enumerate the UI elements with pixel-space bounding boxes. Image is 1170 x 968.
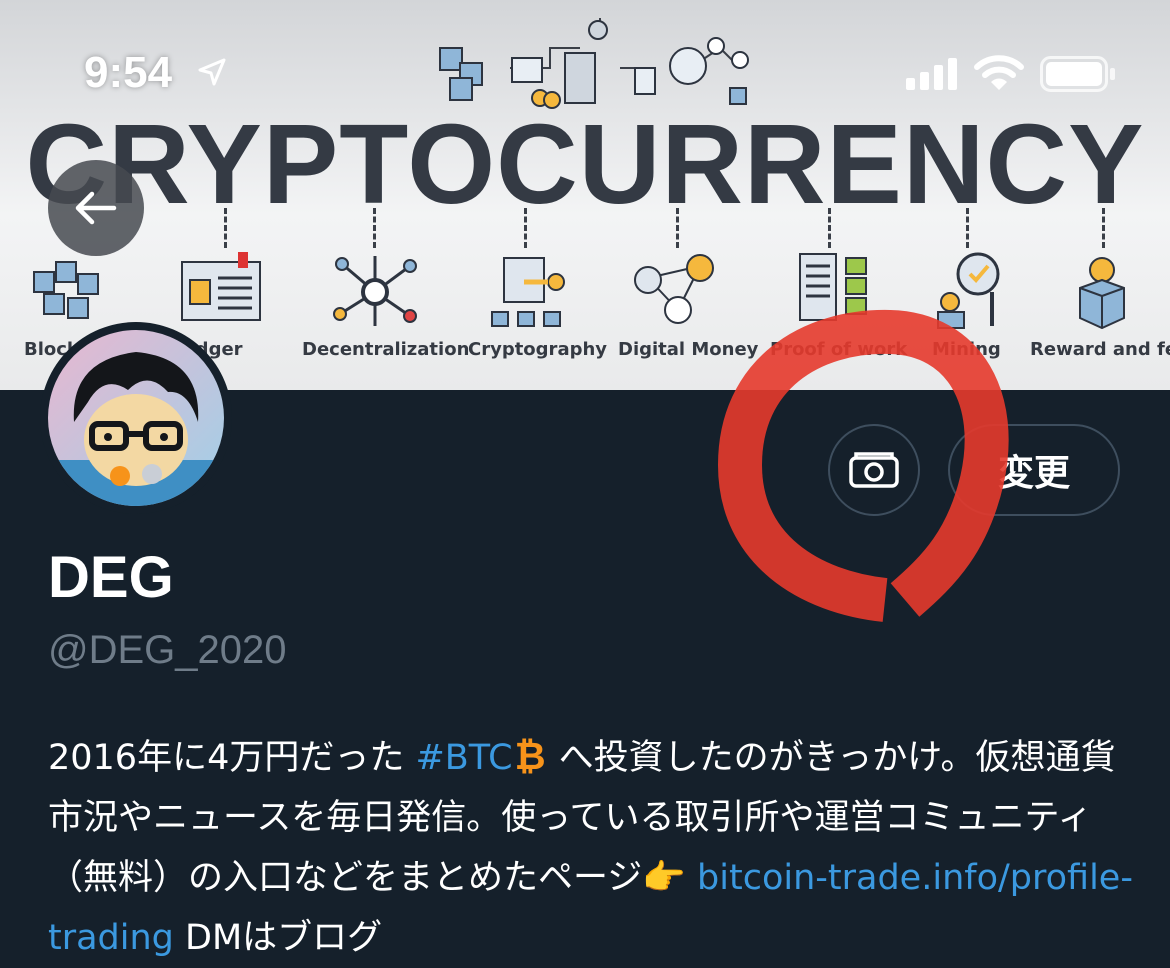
digital-money-icon bbox=[634, 254, 714, 324]
bitcoin-icon: ₿ bbox=[514, 734, 546, 778]
bio-text: DMはブログ bbox=[173, 918, 383, 958]
banner-label-cryptography: Cryptography bbox=[468, 339, 608, 360]
camera-icon bbox=[849, 452, 899, 488]
ledger-icon bbox=[181, 252, 261, 321]
wifi-icon bbox=[974, 55, 1024, 90]
decentralization-icon bbox=[333, 256, 417, 326]
blocks-icon bbox=[33, 261, 99, 319]
avatar[interactable] bbox=[40, 322, 232, 514]
banner-label-digital-money: Digital Money bbox=[618, 339, 759, 360]
banner-label-mining: Mining bbox=[932, 339, 1001, 360]
proof-of-work-icon bbox=[799, 253, 867, 321]
back-arrow-icon bbox=[75, 191, 117, 225]
change-button[interactable]: 変更 bbox=[948, 424, 1120, 516]
banner-label-proof-of-work: Proof of work bbox=[770, 339, 908, 360]
avatar-illustration bbox=[48, 352, 224, 506]
cellular-signal-icon bbox=[906, 58, 957, 90]
battery-icon bbox=[1040, 56, 1115, 92]
banner-label-reward-and-fee: Reward and fee bbox=[1030, 339, 1170, 360]
cryptography-icon bbox=[491, 257, 565, 327]
location-arrow-icon bbox=[198, 58, 226, 86]
mining-icon bbox=[937, 252, 1000, 329]
profile-handle: @DEG_2020 bbox=[48, 628, 287, 672]
profile-name: DEG bbox=[48, 545, 174, 610]
bio-hashtag-link[interactable]: #BTC bbox=[415, 738, 512, 778]
bio-text: 2016年に4万円だった bbox=[48, 738, 416, 778]
profile-bio: 2016年に4万円だった #BTC₿ へ投資したのがきっかけ。仮想通貨市況やニュ… bbox=[48, 726, 1138, 968]
back-button[interactable] bbox=[48, 160, 144, 256]
pointing-hand-icon: 👉 bbox=[642, 858, 686, 898]
change-photo-button[interactable] bbox=[828, 424, 920, 516]
banner-label-decentralization: Decentralization bbox=[302, 339, 470, 360]
status-bar: 9:54 bbox=[0, 0, 1170, 130]
status-time: 9:54 bbox=[84, 48, 173, 97]
reward-and-fee-icon bbox=[1079, 257, 1125, 330]
